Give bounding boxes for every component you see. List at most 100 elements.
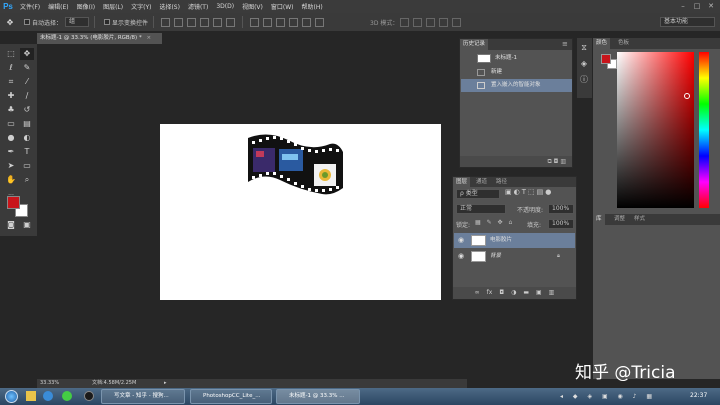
taskbar-item-photoshop-installer[interactable]: PhotoshopCC_Lite_... <box>190 389 272 404</box>
adjustment-layer-icon[interactable]: ◑ <box>511 287 516 299</box>
3d-roll-icon[interactable] <box>413 17 423 27</box>
system-tray-icons[interactable]: ◂ ◆ ◈ ▣ ◉ ♪ ▦ <box>560 393 680 401</box>
tab-styles[interactable]: 样式 <box>631 214 648 225</box>
hue-slider[interactable] <box>699 52 709 208</box>
zoom-level[interactable]: 33.33% <box>40 379 59 388</box>
layer-filter-icons[interactable]: ▣◐T⬚▤● <box>505 188 573 199</box>
eraser-tool-icon[interactable]: ▭ <box>4 118 18 130</box>
new-layer-icon[interactable]: ▣ <box>536 287 542 299</box>
document-tab[interactable]: 未标题-1 @ 33.3% (电影胶片, RGB/8) * × <box>37 33 162 44</box>
menu-view[interactable]: 视图(V) <box>238 2 267 11</box>
blur-tool-icon[interactable]: ● <box>4 132 18 144</box>
dodge-tool-icon[interactable]: ◐ <box>20 132 34 144</box>
workspace-switcher[interactable]: 基本功能 <box>660 17 715 27</box>
distribute-icon[interactable] <box>276 17 286 27</box>
trash-icon[interactable]: ▥ <box>560 158 566 165</box>
layer-row[interactable]: ◉ 电影胶片 <box>454 233 575 248</box>
screen-mode-icon[interactable]: ▣ <box>20 219 34 231</box>
distribute-icon[interactable] <box>302 17 312 27</box>
visibility-eye-icon[interactable]: ◉ <box>458 233 464 248</box>
properties-panel-icon[interactable]: ◈ <box>577 58 591 70</box>
gradient-tool-icon[interactable]: ▤ <box>20 118 34 130</box>
media-player-icon[interactable] <box>84 391 94 401</box>
opacity-input[interactable]: 100% <box>548 204 574 214</box>
history-item[interactable]: 置入嵌入的智能对象 <box>461 79 572 92</box>
tab-libraries[interactable]: 库 <box>593 214 605 225</box>
browser-icon[interactable] <box>62 391 72 401</box>
crop-tool-icon[interactable]: ⌗ <box>4 76 18 88</box>
move-tool-icon[interactable]: ✥ <box>20 48 34 60</box>
pen-tool-icon[interactable]: ✒ <box>4 146 18 158</box>
ie-icon[interactable] <box>43 391 53 401</box>
distribute-icon[interactable] <box>250 17 260 27</box>
align-top-icon[interactable] <box>161 17 171 27</box>
tab-paths[interactable]: 路径 <box>493 177 510 187</box>
align-bottom-icon[interactable] <box>187 17 197 27</box>
quick-select-tool-icon[interactable]: ✎ <box>20 62 34 74</box>
taskbar-item-photoshop[interactable]: 未标题-1 @ 33.3% ... <box>276 389 360 404</box>
menu-file[interactable]: 文件(F) <box>16 2 44 11</box>
brush-tool-icon[interactable]: ∕ <box>20 90 34 102</box>
menu-select[interactable]: 选择(S) <box>155 2 184 11</box>
tab-history[interactable]: 历史记录 <box>460 39 489 50</box>
menu-edit[interactable]: 编辑(E) <box>44 2 72 11</box>
marquee-tool-icon[interactable]: ⬚ <box>4 48 18 60</box>
eyedropper-tool-icon[interactable]: ⁄ <box>20 76 34 88</box>
document-canvas[interactable] <box>160 124 441 300</box>
align-right-icon[interactable] <box>226 17 236 27</box>
auto-select-checkbox[interactable] <box>24 19 30 25</box>
taskbar-item-browser[interactable]: 写文章 - 知乎 - 搜狗... <box>101 389 185 404</box>
status-menu-arrow[interactable]: ▸ <box>164 379 167 388</box>
foreground-color-swatch[interactable] <box>7 196 20 209</box>
3d-scale-icon[interactable] <box>452 17 462 27</box>
distribute-icon[interactable] <box>263 17 273 27</box>
new-group-icon[interactable]: ▬ <box>523 287 529 299</box>
lasso-tool-icon[interactable]: ℓ <box>4 62 18 74</box>
start-button[interactable] <box>5 390 18 403</box>
info-panel-icon[interactable]: ⓘ <box>577 74 591 86</box>
tab-adjustments[interactable]: 调整 <box>611 214 628 225</box>
foreground-color-chip[interactable] <box>601 54 611 64</box>
menu-image[interactable]: 图像(I) <box>73 2 99 11</box>
fx-icon[interactable]: fx <box>487 287 493 299</box>
link-layers-icon[interactable]: ∞ <box>475 287 480 299</box>
quick-mask-icon[interactable]: ◙ <box>4 219 18 231</box>
tab-color[interactable]: 颜色 <box>593 38 611 49</box>
history-snapshot[interactable]: 未标题-1 <box>461 52 572 65</box>
visibility-eye-icon[interactable]: ◉ <box>458 249 464 264</box>
menu-type[interactable]: 文字(Y) <box>127 2 155 11</box>
blend-mode-dropdown[interactable]: 正常 <box>456 204 506 214</box>
menu-layer[interactable]: 图层(L) <box>99 2 127 11</box>
add-mask-icon[interactable]: ◘ <box>499 287 504 299</box>
rectangle-tool-icon[interactable]: ▭ <box>20 160 34 172</box>
auto-select-dropdown[interactable]: 组 <box>65 17 90 27</box>
3d-drag-icon[interactable] <box>426 17 436 27</box>
clone-stamp-tool-icon[interactable]: ♣ <box>4 104 18 116</box>
snapshot-camera-icon[interactable]: ◘ <box>554 158 559 165</box>
history-brush-tool-icon[interactable]: ↺ <box>20 104 34 116</box>
align-center-icon[interactable] <box>213 17 223 27</box>
distribute-icon[interactable] <box>315 17 325 27</box>
history-panel-icon[interactable]: ⧖ <box>577 42 591 54</box>
distribute-icon[interactable] <box>289 17 299 27</box>
tab-channels[interactable]: 通道 <box>473 177 490 187</box>
folder-icon[interactable] <box>26 391 36 401</box>
3d-rotate-icon[interactable] <box>400 17 410 27</box>
layer-filter-dropdown[interactable]: ρ 类型 <box>456 189 500 199</box>
close-tab-icon[interactable]: × <box>146 35 151 41</box>
menu-3d[interactable]: 3D(D) <box>212 3 238 10</box>
history-item[interactable]: 新建 <box>461 66 572 79</box>
new-document-from-state-icon[interactable]: ⧉ <box>547 158 551 165</box>
3d-slide-icon[interactable] <box>439 17 449 27</box>
hand-tool-icon[interactable]: ✋ <box>4 174 18 186</box>
clock[interactable]: 22:37 <box>690 392 707 399</box>
close-button[interactable]: ✕ <box>706 1 716 11</box>
maximize-button[interactable]: □ <box>692 1 702 11</box>
move-tool-preset-icon[interactable]: ✥ <box>0 18 20 27</box>
align-middle-icon[interactable] <box>174 17 184 27</box>
tab-layers[interactable]: 图层 <box>453 177 471 187</box>
layer-row[interactable]: ◉ 背景 🔒︎ <box>454 249 575 264</box>
fill-input[interactable]: 100% <box>548 219 574 229</box>
show-transform-checkbox[interactable] <box>104 19 111 25</box>
minimize-button[interactable]: – <box>678 1 688 11</box>
